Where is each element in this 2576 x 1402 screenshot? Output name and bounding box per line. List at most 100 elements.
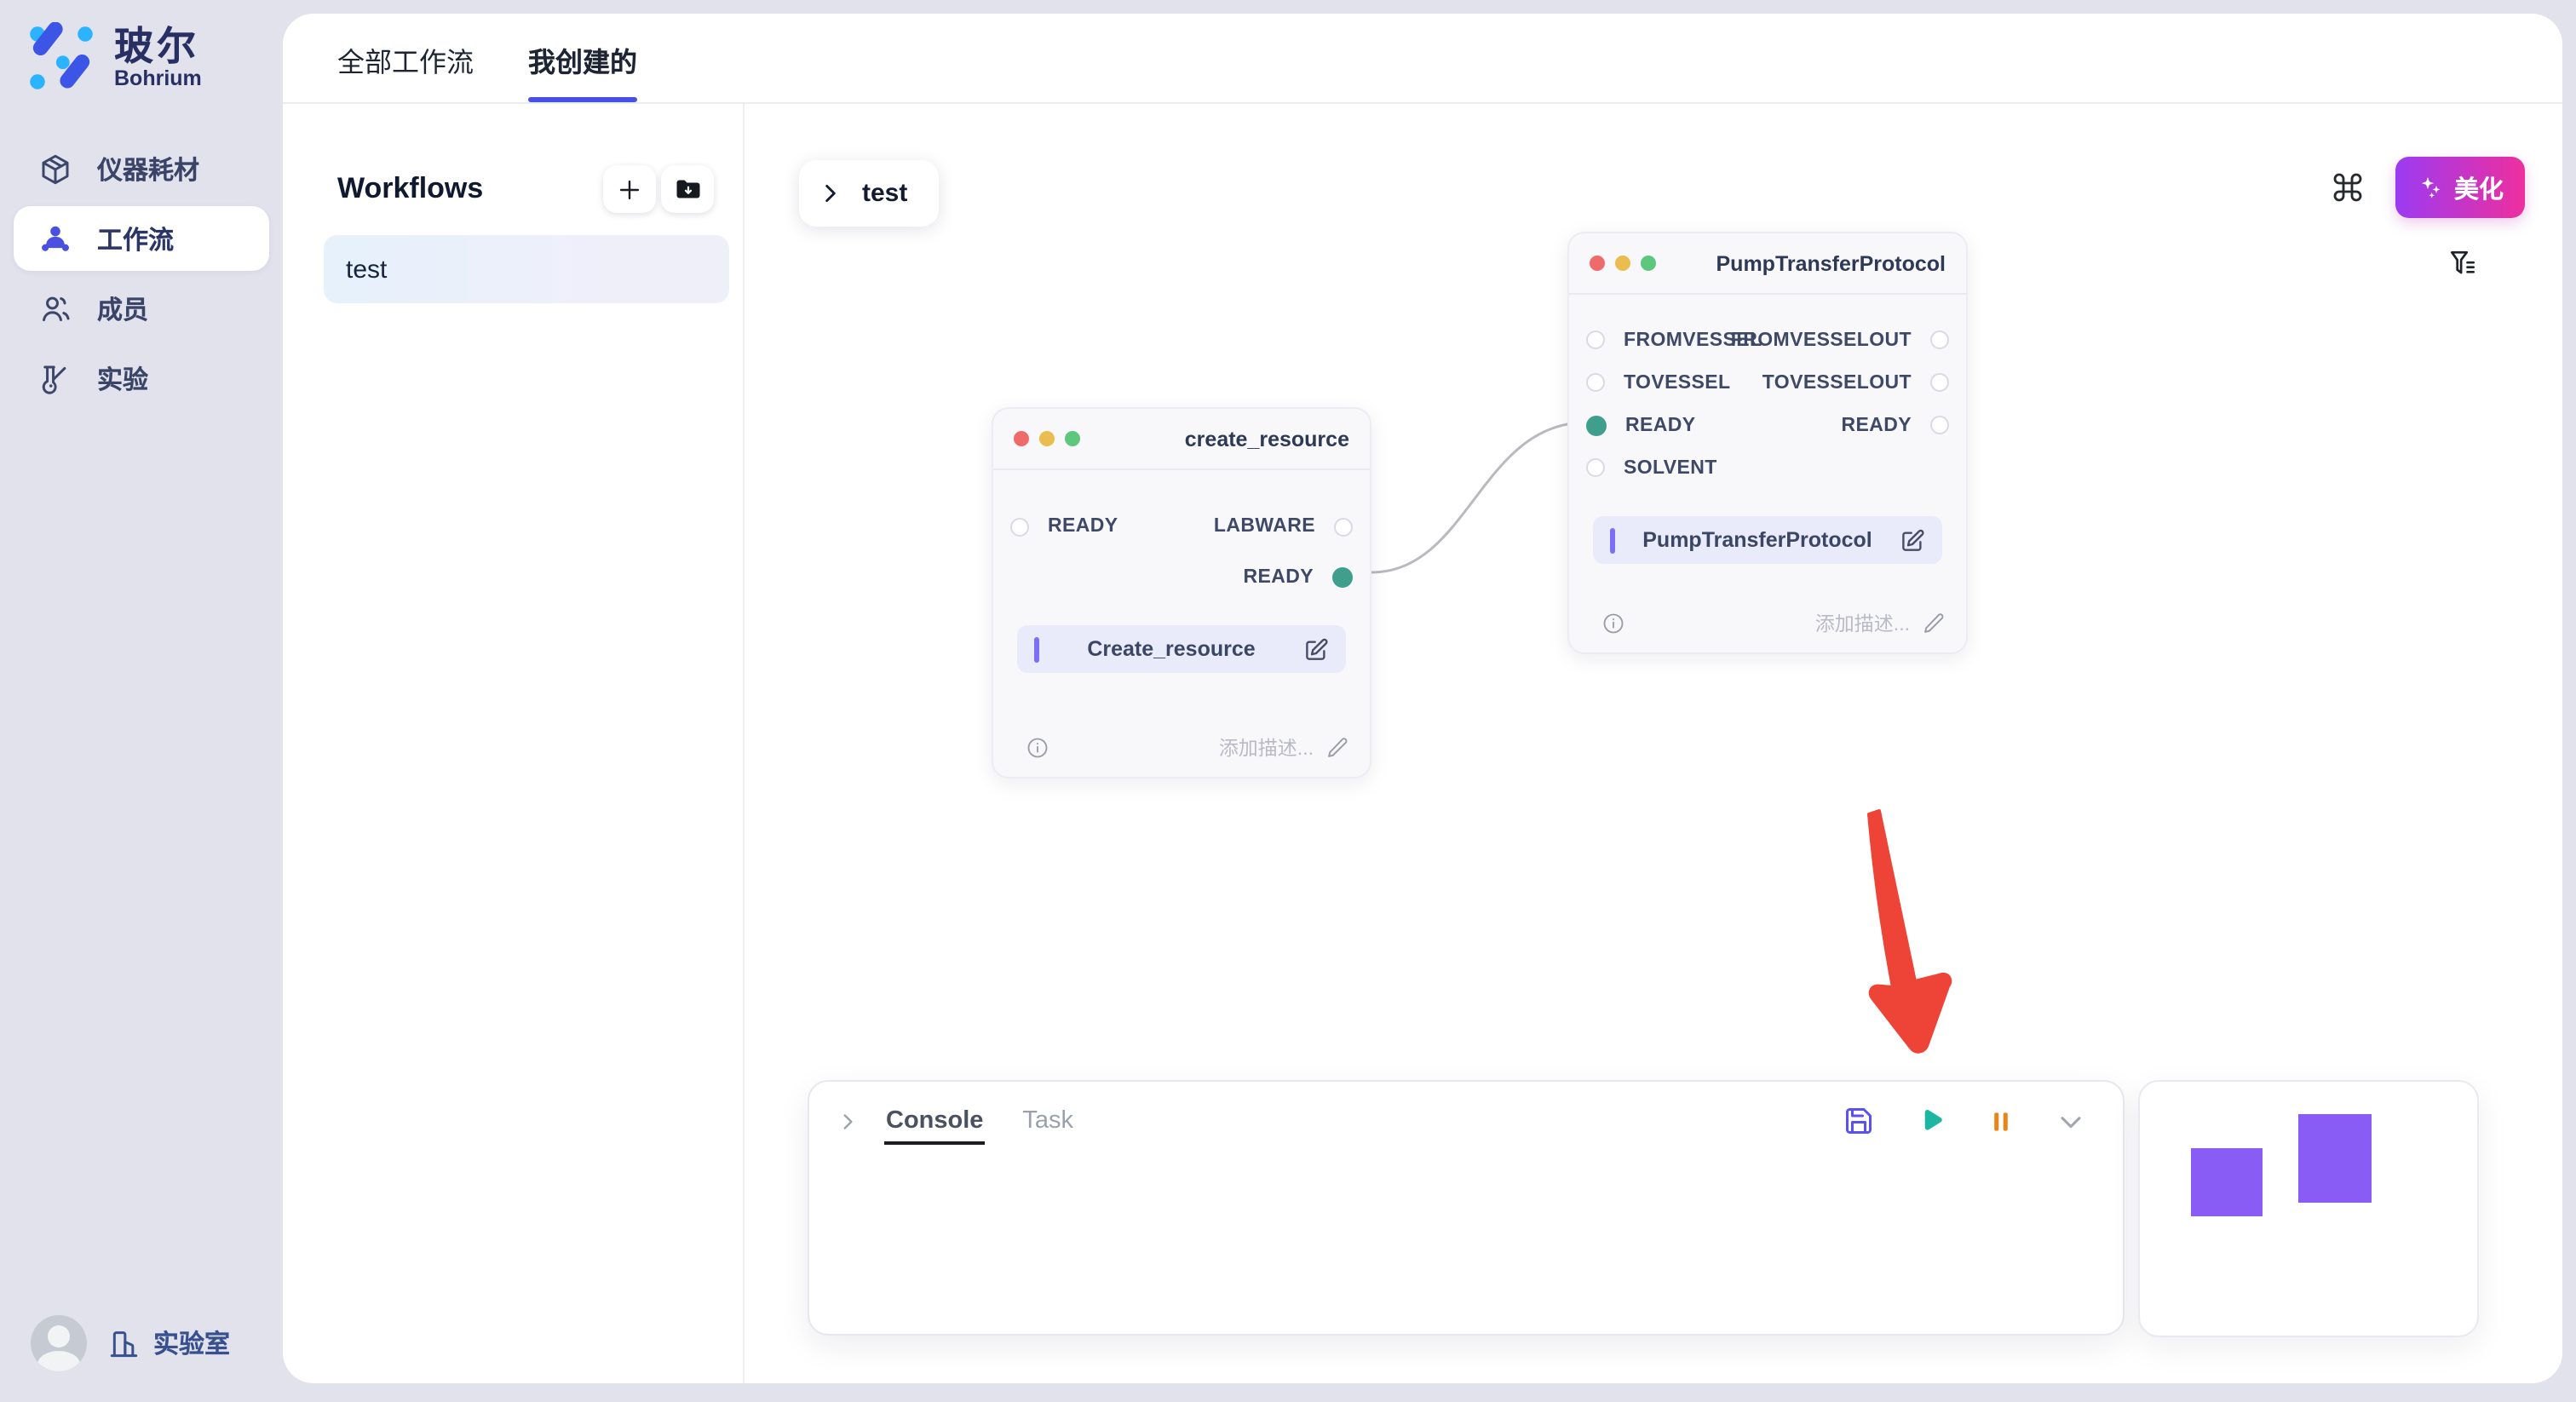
- filter-icon[interactable]: [2447, 247, 2479, 279]
- add-icon: [615, 175, 644, 204]
- port-label: READY: [1841, 415, 1912, 435]
- console-output-area[interactable]: [826, 1150, 2106, 1317]
- minimap-node-rect: [2191, 1148, 2263, 1216]
- command-icon[interactable]: [2331, 170, 2365, 204]
- sidebar-footer: 实验室: [31, 1315, 230, 1371]
- output-port-row: READY: [1243, 552, 1353, 603]
- console-panel: Console Task: [808, 1080, 2125, 1336]
- console-collapse-icon[interactable]: [837, 1110, 859, 1132]
- traffic-yellow-dot[interactable]: [1039, 431, 1055, 446]
- port-label: READY: [1243, 567, 1314, 588]
- add-workflow-button[interactable]: [603, 165, 656, 213]
- workflow-item-name: test: [346, 255, 387, 284]
- breadcrumb[interactable]: test: [799, 160, 938, 227]
- bohrium-logo-icon: [26, 22, 97, 94]
- console-header: Console Task: [837, 1099, 2085, 1143]
- canvas-toolbar: 美化: [2331, 157, 2525, 218]
- brand-name-en: Bohrium: [114, 67, 202, 89]
- breadcrumb-label: test: [862, 179, 907, 208]
- workflow-tabbar: 全部工作流 我创建的: [283, 14, 2562, 104]
- app-root: 玻尔 Bohrium 仪器耗材: [0, 0, 2576, 1402]
- pencil-icon[interactable]: [1922, 612, 1946, 635]
- info-icon[interactable]: [1601, 612, 1625, 635]
- package-icon: [37, 151, 73, 187]
- sidebar-item-members[interactable]: 成员: [14, 276, 269, 341]
- edit-icon[interactable]: [1303, 636, 1329, 662]
- workflow-list-item-test[interactable]: test: [324, 235, 729, 303]
- traffic-red-dot[interactable]: [1590, 256, 1605, 271]
- sidebar-item-workflows[interactable]: 工作流: [14, 206, 269, 271]
- chevron-right-icon: [819, 182, 842, 204]
- node-footer: 添加描述...: [1590, 610, 1946, 637]
- port-handle-out-labware[interactable]: [1334, 517, 1353, 536]
- output-port-row: FROMVESSELOUT: [1731, 319, 1949, 361]
- node-pump-transfer-protocol[interactable]: PumpTransferProtocol FROMVESSEL TOVESSEL…: [1567, 232, 1968, 654]
- tab-all-workflows[interactable]: 全部工作流: [337, 14, 474, 104]
- experiment-icon: [37, 360, 73, 396]
- workflow-icon: [37, 221, 73, 256]
- port-handle-out-fromvesselout[interactable]: [1930, 330, 1949, 349]
- sidebar-item-label: 成员: [97, 290, 148, 326]
- port-handle-in-solvent[interactable]: [1586, 458, 1605, 477]
- edit-icon[interactable]: [1900, 527, 1925, 553]
- sidebar-item-experiments[interactable]: 实验: [14, 346, 269, 411]
- sidebar-item-instruments[interactable]: 仪器耗材: [14, 136, 269, 201]
- description-placeholder[interactable]: 添加描述...: [1815, 610, 1910, 637]
- beautify-button[interactable]: 美化: [2395, 157, 2525, 218]
- traffic-red-dot[interactable]: [1014, 431, 1029, 446]
- input-port-row: SOLVENT: [1586, 446, 1762, 489]
- port-label: SOLVENT: [1624, 457, 1717, 478]
- traffic-green-dot[interactable]: [1065, 431, 1080, 446]
- save-icon[interactable]: [1843, 1106, 1874, 1136]
- main-panel: 全部工作流 我创建的 Workflows: [283, 14, 2562, 1383]
- workflow-canvas[interactable]: test 美化: [745, 104, 2562, 1383]
- node-title: create_resource: [1185, 427, 1349, 451]
- node-create-resource[interactable]: create_resource READY LABWARE READY: [992, 407, 1371, 779]
- sidebar-item-label: 实验: [97, 360, 148, 396]
- port-handle-in-fromvessel[interactable]: [1586, 330, 1605, 349]
- edge-create-to-pump: [1371, 422, 1586, 572]
- active-tab-underline: [528, 97, 637, 102]
- port-label: FROMVESSELOUT: [1731, 330, 1912, 350]
- input-port-row: READY: [1010, 501, 1118, 552]
- node-title: PumpTransferProtocol: [1716, 251, 1946, 275]
- minimap[interactable]: [2138, 1080, 2479, 1337]
- import-folder-button[interactable]: [661, 165, 714, 213]
- output-port-row: TOVESSELOUT: [1762, 361, 1949, 404]
- port-handle-out-ready[interactable]: [1930, 416, 1949, 434]
- port-handle-in-ready[interactable]: [1010, 517, 1029, 536]
- tab-task[interactable]: Task: [1022, 1107, 1073, 1135]
- port-label: TOVESSELOUT: [1762, 372, 1912, 393]
- port-label: READY: [1625, 415, 1696, 435]
- port-handle-in-tovessel[interactable]: [1586, 373, 1605, 392]
- port-label: TOVESSEL: [1624, 372, 1731, 393]
- tab-console[interactable]: Console: [886, 1107, 983, 1135]
- pause-icon[interactable]: [1987, 1106, 2015, 1135]
- lab-switcher[interactable]: 实验室: [107, 1325, 230, 1361]
- minimap-node-rect: [2298, 1114, 2372, 1203]
- chevron-down-icon[interactable]: [2056, 1106, 2085, 1135]
- port-handle-out-tovesselout[interactable]: [1930, 373, 1949, 392]
- description-placeholder[interactable]: 添加描述...: [1219, 734, 1314, 761]
- port-handle-out-ready[interactable]: [1332, 567, 1353, 588]
- run-icon[interactable]: [1915, 1106, 1946, 1136]
- traffic-green-dot[interactable]: [1641, 256, 1656, 271]
- traffic-yellow-dot[interactable]: [1615, 256, 1630, 271]
- tab-my-created[interactable]: 我创建的: [528, 14, 637, 104]
- pencil-icon[interactable]: [1325, 736, 1349, 760]
- port-handle-in-ready[interactable]: [1586, 415, 1607, 435]
- folder-import-icon: [672, 174, 703, 204]
- node-action-pill: Create_resource: [1017, 625, 1346, 673]
- members-icon: [37, 290, 73, 326]
- output-port-row: LABWARE: [1214, 501, 1353, 552]
- info-icon[interactable]: [1026, 736, 1049, 760]
- node-header: PumpTransferProtocol: [1569, 233, 1966, 295]
- node-action-label: PumpTransferProtocol: [1615, 528, 1900, 552]
- red-arrow-annotation: [1869, 811, 1950, 1052]
- lab-label: 实验室: [153, 1325, 230, 1361]
- sidebar: 玻尔 Bohrium 仪器耗材: [0, 0, 283, 1402]
- workflow-list-panel: Workflows test: [283, 104, 745, 1383]
- brand-logo: 玻尔 Bohrium: [26, 22, 202, 94]
- output-port-row: READY: [1841, 404, 1949, 446]
- avatar[interactable]: [31, 1315, 87, 1371]
